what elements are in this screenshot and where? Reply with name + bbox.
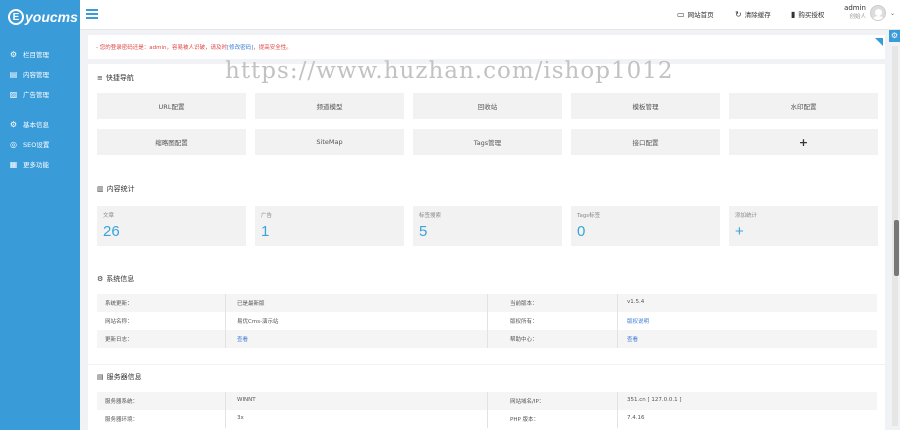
stat-articles[interactable]: 文章 26 [97, 206, 246, 246]
quick-nav-title: ≡ 快捷导航 [97, 74, 134, 82]
clear-cache-link[interactable]: ↻ 清除缓存 [735, 9, 771, 20]
chevron-down-icon[interactable]: ⌄ [890, 10, 895, 17]
change-password-link[interactable]: [修改密码] [227, 45, 253, 51]
system-info-title: ⚙ 系统信息 [97, 275, 135, 283]
security-notice: - 您的登录密码还是：admin，容易被人识破，请及时[修改密码]，提高安全性。 [88, 35, 885, 59]
template-manage-button[interactable]: 模板管理 [571, 93, 720, 119]
recycle-bin-button[interactable]: 回收站 [413, 93, 562, 119]
table-row: 系统更新： 已是最新版 当前版本： v1.5.4 [97, 294, 877, 312]
sidebar-item-ads[interactable]: ▨ 广告管理 [0, 84, 80, 104]
sidebar-item-label: 广告管理 [23, 91, 49, 99]
sidebar-nav: ⚙ 栏目管理 ▤ 内容管理 ▨ 广告管理 ⚙ 基本信息 ◎ SEO设置 ▦ 更多… [0, 44, 80, 174]
sidebar-item-seo[interactable]: ◎ SEO设置 [0, 134, 80, 154]
server-icon: ▤ [97, 373, 104, 381]
seo-icon: ◎ [10, 139, 17, 149]
gear-icon: ⚙ [97, 275, 104, 283]
server-info-panel: ▤ 服务器信息 服务器系统： WINNT 网站域名/IP： 351.cn [ 1… [88, 365, 885, 430]
admin-name: admin [844, 4, 866, 12]
gear-icon[interactable]: ⚙ [889, 30, 900, 42]
system-info-panel: ⚙ 系统信息 系统更新： 已是最新版 当前版本： v1.5.4 网站名称： 易优… [88, 264, 885, 364]
apps-icon: ▦ [9, 159, 18, 169]
admin-menu[interactable]: admin 创始人 [844, 4, 866, 20]
main-content: - 您的登录密码还是：admin，容易被人识破，请及时[修改密码]，提高安全性。… [88, 30, 885, 430]
sidebar-item-label: 内容管理 [23, 71, 49, 79]
logo-text: youcms [25, 9, 78, 25]
stat-searches[interactable]: 标签搜索 5 [413, 206, 562, 246]
table-row: 服务器环境： 3x PHP 版本： 7.4.16 [97, 410, 877, 428]
site-home-link[interactable]: ▭ 网站首页 [677, 9, 714, 20]
sidebar-item-columns[interactable]: ⚙ 栏目管理 [0, 44, 80, 64]
bar-chart-icon: ▥ [97, 185, 104, 193]
sidebar-item-basic-info[interactable]: ⚙ 基本信息 [0, 114, 80, 134]
buy-license-link[interactable]: ▮ 购买授权 [791, 9, 824, 20]
table-row: 服务器系统： WINNT 网站域名/IP： 351.cn [ 127.0.0.1… [97, 392, 877, 410]
sidebar-item-label: 基本信息 [23, 121, 49, 129]
table-row: 更新日志： 查看 帮助中心： 查看 [97, 330, 877, 348]
content-stats-title: ▥ 内容统计 [97, 185, 135, 193]
sidebar: E youcms ⚙ 栏目管理 ▤ 内容管理 ▨ 广告管理 ⚙ 基本信息 ◎ S… [0, 0, 80, 430]
server-info-title: ▤ 服务器信息 [97, 373, 142, 381]
logo[interactable]: E youcms [0, 0, 80, 34]
sidebar-item-label: 更多功能 [23, 161, 49, 169]
sidebar-item-label: 栏目管理 [23, 51, 49, 59]
add-shortcut-button[interactable]: + [729, 129, 878, 155]
image-icon: ▨ [9, 89, 18, 99]
stat-tags[interactable]: Tags标签 0 [571, 206, 720, 246]
gear-icon: ⚙ [9, 49, 18, 59]
sidebar-item-label: SEO设置 [23, 141, 50, 149]
refresh-icon: ↻ [735, 9, 742, 19]
document-icon: ▤ [9, 69, 18, 79]
list-icon: ≡ [97, 74, 103, 82]
monitor-icon: ▭ [677, 9, 685, 19]
menu-toggle-icon[interactable] [86, 9, 98, 19]
scrollbar-thumb[interactable] [894, 220, 899, 276]
stat-ads[interactable]: 广告 1 [255, 206, 404, 246]
copyright-link[interactable]: 版权说明 [627, 317, 649, 325]
stat-add[interactable]: 添加统计 + [729, 206, 878, 246]
top-header: ▭ 网站首页 ↻ 清除缓存 ▮ 购买授权 admin 创始人 ⌄ [80, 0, 900, 30]
corner-flag-icon [875, 38, 883, 46]
api-config-button[interactable]: 接口配置 [571, 129, 720, 155]
bookmark-icon: ▮ [791, 9, 796, 19]
watermark-config-button[interactable]: 水印配置 [729, 93, 878, 119]
settings-icon: ⚙ [9, 119, 18, 129]
avatar[interactable] [870, 5, 886, 21]
admin-role: 创始人 [849, 14, 866, 20]
logo-icon: E [8, 9, 24, 25]
tags-manage-button[interactable]: Tags管理 [413, 129, 562, 155]
changelog-link[interactable]: 查看 [237, 335, 248, 343]
sidebar-item-content[interactable]: ▤ 内容管理 [0, 64, 80, 84]
channel-model-button[interactable]: 频道模型 [255, 93, 404, 119]
help-center-link[interactable]: 查看 [627, 335, 638, 343]
url-config-button[interactable]: URL配置 [97, 93, 246, 119]
table-row: 网站名称： 易优Cms-演示站 版权所有： 版权说明 [97, 312, 877, 330]
sitemap-button[interactable]: SiteMap [255, 129, 404, 155]
sidebar-item-more[interactable]: ▦ 更多功能 [0, 154, 80, 174]
thumbnail-config-button[interactable]: 缩略图配置 [97, 129, 246, 155]
